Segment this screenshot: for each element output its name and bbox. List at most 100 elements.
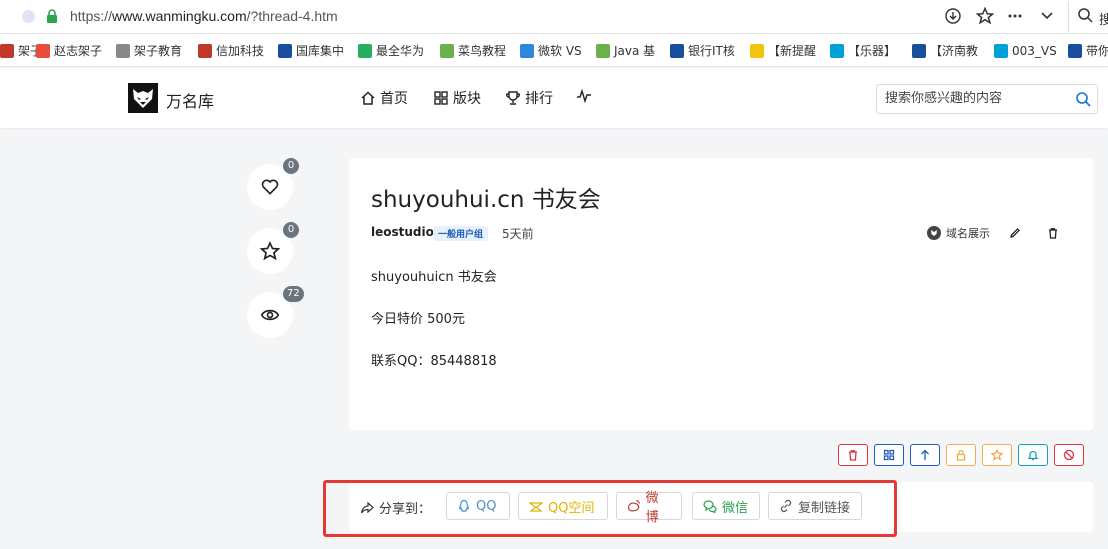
chevron-down-icon[interactable] bbox=[1038, 7, 1056, 25]
post-time: 5天前 bbox=[502, 227, 534, 241]
download-icon[interactable] bbox=[944, 7, 962, 25]
shield-icon bbox=[927, 226, 941, 240]
delete-action-button[interactable] bbox=[838, 444, 868, 466]
eye-icon bbox=[260, 309, 280, 321]
search-icon bbox=[1077, 7, 1093, 27]
star-icon bbox=[260, 241, 280, 261]
post-line: 今日特价 500元 bbox=[371, 312, 465, 327]
bookmark-label: 信加科技 bbox=[216, 44, 265, 58]
site-header: 万名库 首页 版块 排行 bbox=[0, 68, 1108, 128]
notify-action-button[interactable] bbox=[1018, 444, 1048, 466]
bookmark-favicon-icon bbox=[198, 44, 212, 58]
bookmark-favicon-icon bbox=[596, 44, 610, 58]
site-name[interactable]: 万名库 bbox=[166, 88, 214, 112]
bookmark-item[interactable]: 银行IT核 bbox=[670, 42, 735, 60]
bookmark-label: 银行IT核 bbox=[688, 44, 735, 58]
favorite-button[interactable]: 0 bbox=[247, 222, 299, 274]
bookmark-item[interactable]: 微软 VS bbox=[520, 42, 582, 60]
bookmark-item[interactable]: Java 基 bbox=[596, 42, 655, 60]
post-title: shuyouhui.cn 书友会 bbox=[371, 187, 601, 213]
search-icon[interactable] bbox=[1075, 91, 1091, 107]
bookmark-item[interactable]: 最全华为 bbox=[358, 42, 424, 60]
bookmark-label: 【济南教 bbox=[930, 44, 979, 58]
bookmark-item[interactable]: 信加科技 bbox=[198, 42, 264, 60]
edit-icon[interactable] bbox=[1009, 227, 1021, 239]
url-path: /?thread-4.htm bbox=[246, 8, 338, 24]
domain-show-label: 域名展示 bbox=[946, 227, 990, 240]
bookmark-favicon-icon bbox=[994, 44, 1008, 58]
bookmark-favicon-icon bbox=[520, 44, 534, 58]
browser-search-button[interactable]: 搜 bbox=[1068, 2, 1108, 32]
bookmark-favicon-icon bbox=[278, 44, 292, 58]
bookmark-item[interactable]: 菜鸟教程 bbox=[440, 42, 506, 60]
bookmark-favicon-icon bbox=[830, 44, 844, 58]
bookmark-label: 【乐器】 bbox=[848, 44, 897, 58]
more-icon[interactable] bbox=[1006, 7, 1024, 25]
domain-show-link[interactable]: 域名展示 bbox=[927, 225, 990, 241]
trophy-icon bbox=[506, 91, 520, 105]
lock-icon bbox=[47, 9, 57, 23]
bookmark-favicon-icon bbox=[912, 44, 926, 58]
site-logo[interactable] bbox=[128, 83, 158, 113]
bookmark-item[interactable]: 国库集中 bbox=[278, 42, 344, 60]
user-group-badge: 一般用户组 bbox=[433, 226, 489, 241]
grid-icon bbox=[434, 91, 448, 105]
url-host: www.wanmingku.com bbox=[112, 8, 247, 24]
nav-home[interactable]: 首页 bbox=[360, 88, 408, 108]
search-input[interactable] bbox=[885, 91, 1065, 106]
bookmark-label: 菜鸟教程 bbox=[458, 44, 507, 58]
ban-action-button[interactable] bbox=[1054, 444, 1084, 466]
favorite-count: 0 bbox=[283, 222, 299, 238]
bell-icon bbox=[1027, 450, 1039, 461]
bookmark-item[interactable]: 【新提醒 bbox=[750, 42, 816, 60]
bookmark-favicon-icon bbox=[750, 44, 764, 58]
bookmark-label: 赵志架子 bbox=[54, 44, 103, 58]
nav-forums[interactable]: 版块 bbox=[433, 88, 481, 108]
ban-icon bbox=[1063, 449, 1075, 461]
bookmark-label: 最全华为 bbox=[376, 44, 425, 58]
like-count: 0 bbox=[283, 158, 299, 174]
bookmark-favicon-icon bbox=[358, 44, 372, 58]
grid-icon bbox=[883, 449, 895, 461]
post-line: 联系QQ：85448818 bbox=[371, 354, 497, 369]
bookmark-item[interactable]: 【济南教 bbox=[912, 42, 978, 60]
bookmarks-bar: 架子 赵志架子 架子教育 信加科技 国库集中 最全华为 菜鸟教程 微软 VS Java 基银行I… bbox=[0, 34, 1108, 67]
bookmark-label: 003_VS bbox=[1012, 44, 1057, 58]
wolf-logo-icon bbox=[133, 89, 153, 108]
bookmark-label: 国库集中 bbox=[296, 44, 345, 58]
top-action-button[interactable] bbox=[910, 444, 940, 466]
highlight-box bbox=[323, 480, 897, 537]
browser-address-bar: https://www.wanmingku.com/?thread-4.htm … bbox=[0, 0, 1108, 34]
url-input[interactable]: https://www.wanmingku.com/?thread-4.htm bbox=[70, 8, 338, 24]
post-author[interactable]: leostudio bbox=[371, 225, 434, 239]
bookmark-item[interactable]: 架子教育 bbox=[116, 42, 182, 60]
nav-forums-label: 版块 bbox=[453, 91, 481, 107]
tab-favicon-icon bbox=[22, 10, 35, 23]
star-bookmark-icon[interactable] bbox=[975, 6, 995, 25]
lock-action-button[interactable] bbox=[946, 444, 976, 466]
nav-ranking[interactable]: 排行 bbox=[505, 88, 553, 108]
trash-icon[interactable] bbox=[1047, 227, 1059, 239]
views-indicator: 72 bbox=[247, 286, 304, 338]
bookmark-item[interactable]: 带你 bbox=[1068, 42, 1108, 60]
bookmark-label: 架子教育 bbox=[134, 44, 183, 58]
bookmark-label: 微软 VS bbox=[538, 44, 582, 58]
like-button[interactable]: 0 bbox=[247, 158, 299, 210]
bookmark-item[interactable]: 赵志架子 bbox=[36, 42, 102, 60]
bookmark-favicon-icon bbox=[0, 44, 14, 58]
bookmark-favicon-icon bbox=[440, 44, 454, 58]
lock-icon bbox=[956, 449, 966, 461]
heart-icon bbox=[261, 179, 279, 195]
site-search bbox=[876, 84, 1098, 114]
highlight-action-button[interactable] bbox=[982, 444, 1012, 466]
nav-home-label: 首页 bbox=[380, 91, 408, 107]
bookmark-item[interactable]: 【乐器】 bbox=[830, 42, 896, 60]
bookmark-favicon-icon bbox=[1068, 44, 1082, 58]
bookmark-favicon-icon bbox=[670, 44, 684, 58]
browser-search-label: 搜 bbox=[1099, 13, 1108, 28]
bookmark-item[interactable]: 003_VS bbox=[994, 42, 1057, 60]
nav-activity[interactable] bbox=[576, 88, 596, 104]
post-card: shuyouhui.cn 书友会 leostudio 一般用户组 5天前 域名展… bbox=[349, 158, 1093, 430]
category-action-button[interactable] bbox=[874, 444, 904, 466]
view-count: 72 bbox=[283, 286, 304, 302]
